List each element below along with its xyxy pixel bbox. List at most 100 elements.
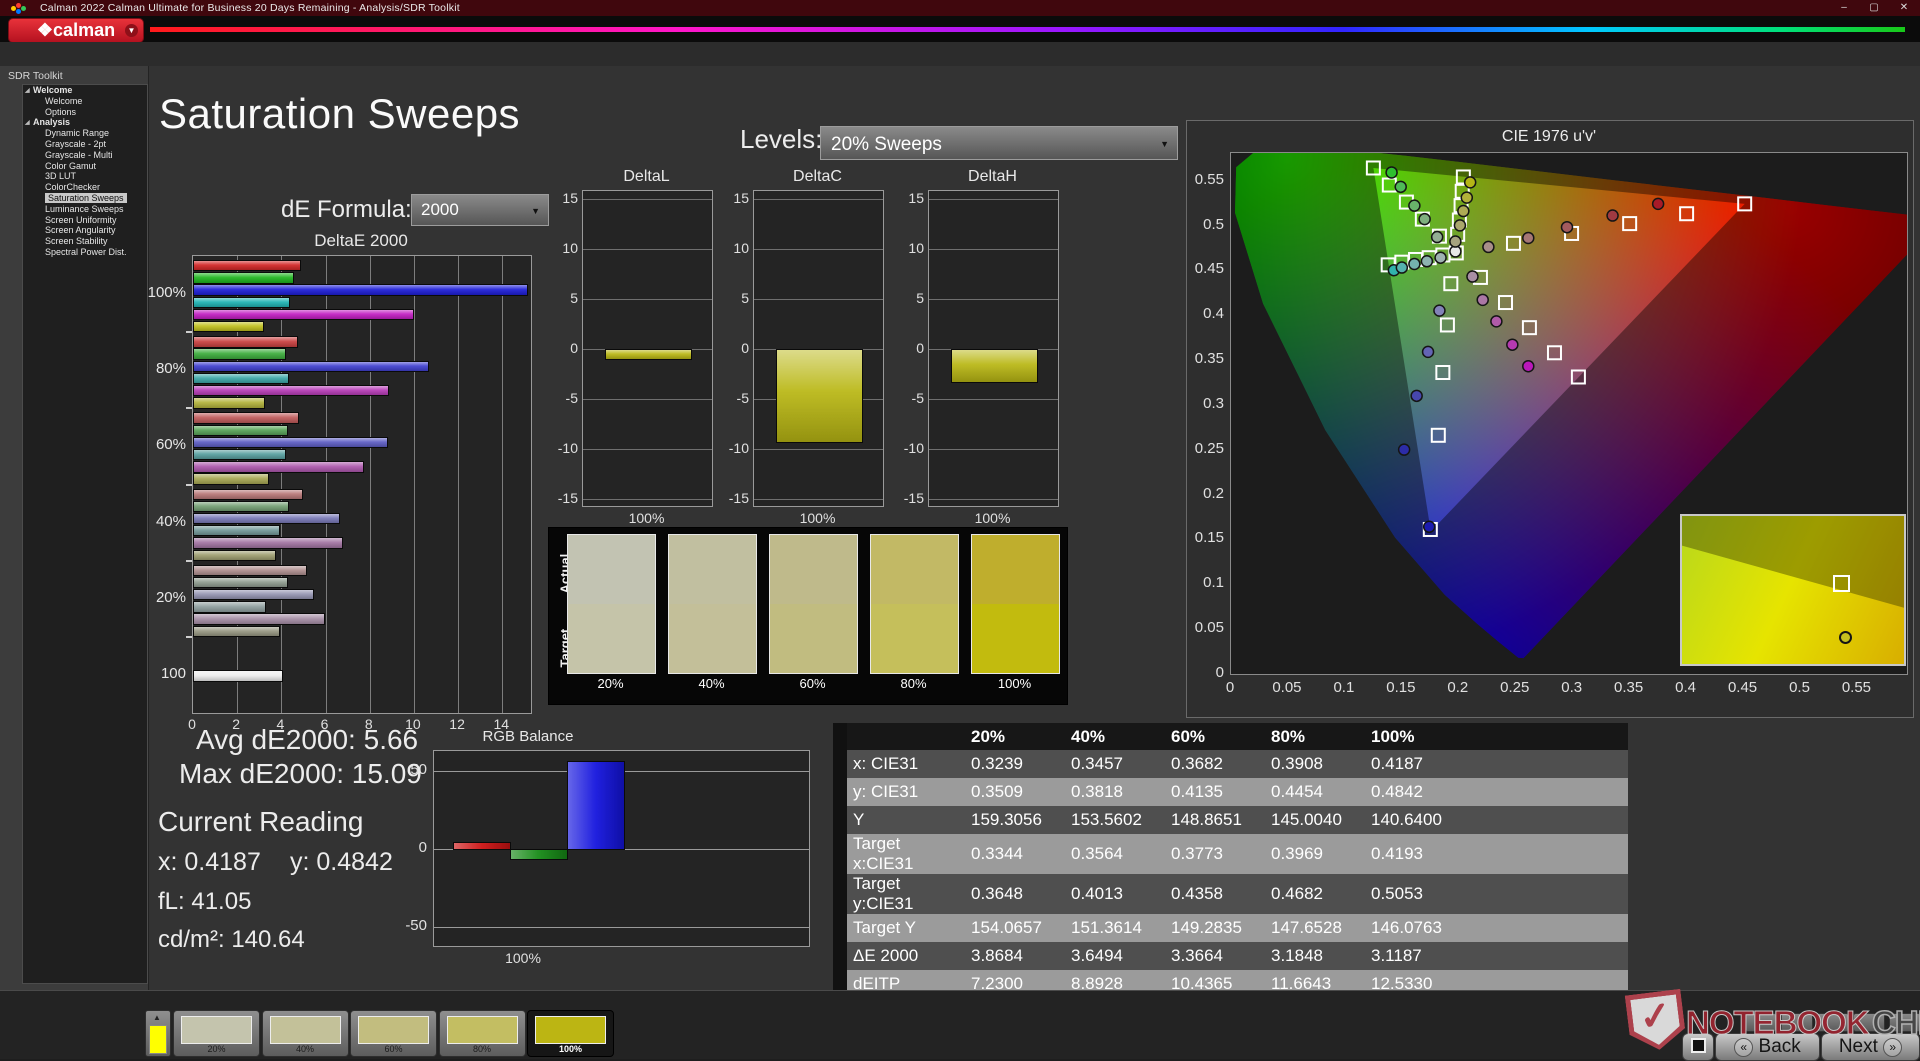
workflow-tree: ◢ Welcome Welcome Options ◢ Analysis Dynamic R…: [22, 84, 148, 984]
sidebar-item-colorchecker[interactable]: ColorChecker: [23, 182, 147, 193]
small-control-button[interactable]: [1853, 1013, 1885, 1032]
sidebar-item-welcome[interactable]: ◢ Welcome: [23, 85, 147, 96]
small-control-button[interactable]: [1745, 1013, 1777, 1032]
back-button[interactable]: « Back: [1715, 1033, 1820, 1061]
measured-point: [1476, 293, 1489, 307]
patch-tile-80%[interactable]: 80%: [438, 1010, 526, 1057]
measured-point: [1466, 270, 1479, 283]
chevron-down-icon[interactable]: ▼: [125, 24, 138, 37]
avg-de2000: Avg dE2000: 5.66: [196, 724, 419, 755]
axis-tick: [186, 559, 192, 562]
sidebar-header: SDR Toolkit: [8, 70, 63, 82]
sidebar-item-screen-angularity[interactable]: Screen Angularity: [23, 225, 147, 236]
bar-R: [453, 842, 511, 851]
patch-tile-60%[interactable]: 60%: [350, 1010, 437, 1057]
measured-point: [1606, 209, 1619, 222]
gridline: [754, 299, 883, 300]
bar: [193, 360, 430, 372]
y-tick-label: 0.1: [1203, 574, 1224, 592]
bar: [193, 669, 284, 682]
minimize-icon[interactable]: –: [1838, 2, 1850, 14]
table-cell: 0.3773: [1165, 834, 1265, 874]
swatch-label: 60%: [799, 676, 826, 691]
x-tick-label: 0.05: [1272, 679, 1302, 696]
patch-tile-40%[interactable]: 40%: [261, 1010, 349, 1057]
sidebar-item-screen-uniformity[interactable]: Screen Uniformity: [23, 215, 147, 226]
table-cell: [1465, 914, 1628, 942]
y-tick-label: 0.3: [1203, 394, 1224, 412]
swatch-label: 20%: [597, 676, 624, 691]
table-cell: [1465, 942, 1628, 970]
table-cell: [1465, 874, 1628, 914]
bar: [193, 348, 286, 360]
reading-x: x: 0.4187: [158, 848, 261, 876]
table-cell: 154.0657: [965, 914, 1065, 942]
sidebar-item-color-gamut[interactable]: Color Gamut: [23, 161, 147, 172]
gridline: [754, 199, 883, 200]
sidebar-item-screen-stability[interactable]: Screen Stability: [23, 236, 147, 247]
preview-tile[interactable]: ▲: [145, 1010, 171, 1057]
measured-point: [1453, 219, 1467, 232]
measured-point: [1410, 389, 1423, 403]
sidebar-item-analysis[interactable]: ◢ Analysis: [23, 117, 147, 128]
small-control-button[interactable]: [1889, 1013, 1920, 1032]
next-button[interactable]: Next »: [1821, 1033, 1920, 1061]
chevron-down-icon: ▼: [1160, 139, 1169, 149]
bar: [193, 589, 315, 601]
y-tick-label: 15: [562, 190, 578, 206]
sidebar-item-3d-lut[interactable]: 3D LUT: [23, 171, 147, 182]
table-cell: Target x:CIE31: [847, 834, 965, 874]
sidebar-item-options[interactable]: Options: [23, 107, 147, 118]
measured-point: [1482, 240, 1495, 254]
small-control-button[interactable]: [1817, 1013, 1849, 1032]
chart-title: DeltaC: [793, 168, 842, 185]
bar: [193, 284, 529, 296]
gridline: [929, 449, 1058, 450]
bar: [193, 564, 307, 577]
y-tick-label: 0.05: [1194, 619, 1224, 637]
maximize-icon[interactable]: ▢: [1868, 2, 1880, 14]
swatch-actual: [770, 535, 857, 604]
bar: [193, 321, 264, 333]
sidebar-item-dynamic-range[interactable]: Dynamic Range: [23, 128, 147, 139]
patch-label: 20%: [207, 1044, 226, 1054]
small-control-button[interactable]: [1781, 1013, 1813, 1032]
table-cell: 0.4013: [1065, 874, 1165, 914]
y-tick-label: -15: [903, 490, 924, 506]
patch-tile-100%[interactable]: 100%: [527, 1010, 614, 1057]
sidebar-item-grayscale-2pt[interactable]: Grayscale - 2pt: [23, 139, 147, 150]
bar: [193, 625, 281, 638]
y-tick-label: 0: [916, 340, 924, 356]
calman-logo-button[interactable]: ❖calman ▼: [8, 18, 144, 43]
sidebar-item-welcome[interactable]: Welcome: [23, 96, 147, 107]
sidebar-item-saturation-sweeps[interactable]: Saturation Sweeps: [23, 192, 147, 204]
stop-button[interactable]: [1682, 1033, 1714, 1061]
close-icon[interactable]: ✕: [1898, 2, 1910, 14]
table-cell: 0.3648: [965, 874, 1065, 914]
chart-title: DeltaE 2000: [314, 231, 408, 250]
table-cell: [1465, 750, 1628, 778]
gridline: [929, 499, 1058, 500]
table-cell: 0.3509: [965, 778, 1065, 806]
patch-tile-20%[interactable]: 20%: [173, 1010, 260, 1057]
sidebar-item-spectral-power-dist-[interactable]: Spectral Power Dist.: [23, 247, 147, 258]
gridline: [413, 256, 415, 713]
column-header: [847, 723, 965, 750]
gridline: [434, 926, 809, 928]
up-arrow-icon[interactable]: ▲: [150, 1013, 164, 1023]
y-tick-label: 10: [562, 240, 578, 256]
swatch-panel: Actual Target 20% 40% 60% 80% 100%: [548, 527, 1068, 705]
table-cell: 0.4454: [1265, 778, 1365, 806]
levels-dropdown[interactable]: 20% Sweeps ▼: [820, 126, 1178, 160]
sidebar-item-luminance-sweeps[interactable]: Luminance Sweeps: [23, 204, 147, 215]
sidebar-item-grayscale-multi[interactable]: Grayscale - Multi: [23, 150, 147, 161]
table-cell: 0.3344: [965, 834, 1065, 874]
measured-point: [1522, 359, 1535, 373]
patch-swatch: [446, 1016, 518, 1044]
tab-row: ◀ History 1 + X-Rite i1Pro 2 Direct View…: [0, 42, 1920, 109]
de-formula-dropdown[interactable]: 2000 ▼: [411, 194, 549, 226]
cie-inset-zoom: [1680, 514, 1906, 666]
patch-label: 100%: [558, 1044, 583, 1054]
bar: [193, 461, 364, 473]
table-cell: [1465, 778, 1628, 806]
